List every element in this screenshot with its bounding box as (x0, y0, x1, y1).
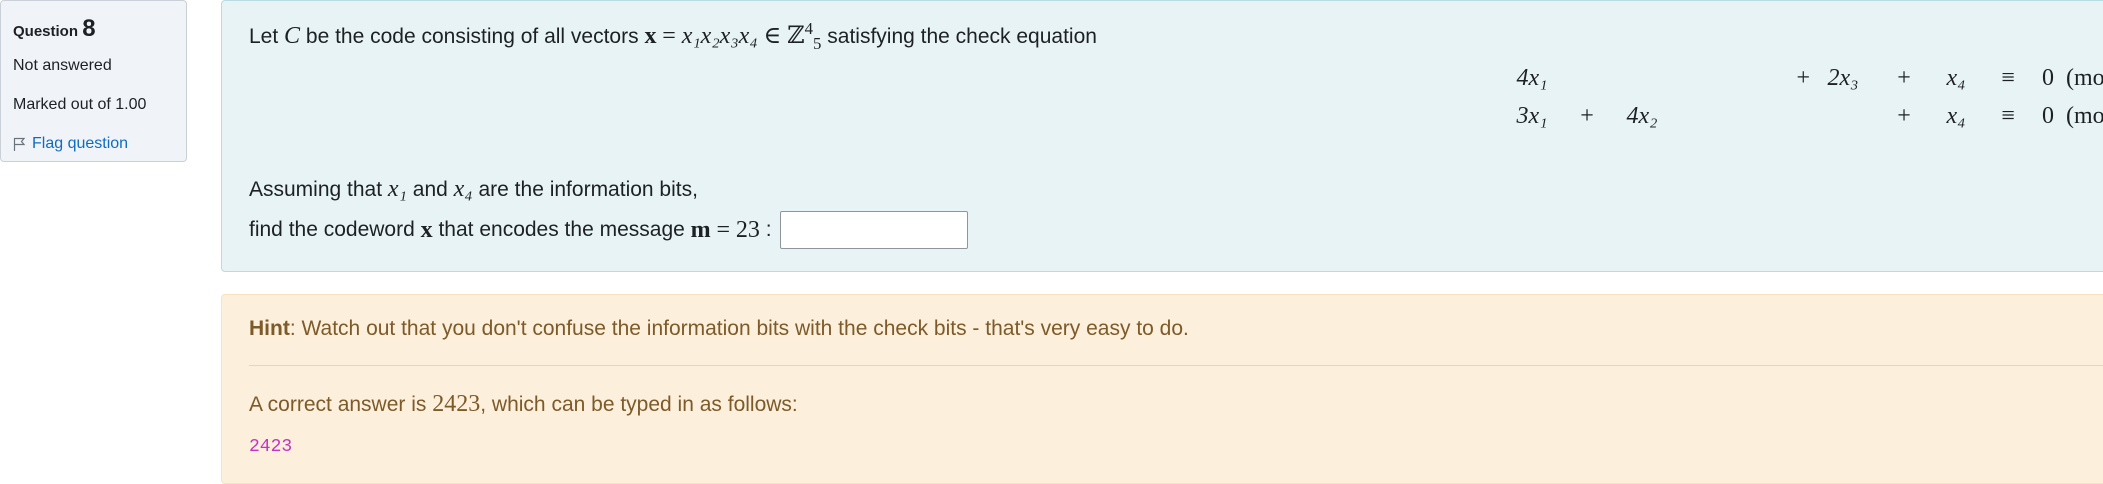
equation-term: x₄ (1946, 102, 1966, 129)
assumption-suffix: are the information bits, (478, 178, 698, 201)
element-of-sign: ∈ (763, 23, 782, 49)
assumption-line: Assuming that x₁ and x₄ are the informat… (249, 176, 698, 203)
question-number: Question 8 (13, 15, 174, 43)
hint: Hint: Watch out that you don't confuse t… (249, 317, 1189, 341)
stem-intro: Let (249, 25, 279, 48)
equation-operator: + (1796, 64, 1810, 91)
assumption-and: and (412, 178, 448, 201)
equation-row: 4x₁ + 2x₃ + x₄ ≡ 0 (mod 5) (1502, 59, 2103, 97)
equation-term: 4x₁ (1516, 64, 1548, 91)
question-grade: Marked out of 1.00 (13, 96, 147, 113)
equation-operator: + (1897, 102, 1911, 129)
equation-term: 3x₁ (1516, 102, 1548, 129)
space-superscript: 4 (804, 19, 814, 38)
hint-label: Hint (249, 317, 290, 340)
info-bit-2: x₄ (453, 176, 473, 202)
answer-input[interactable] (779, 211, 968, 249)
task-colon: : (765, 218, 772, 241)
message-symbol: m (690, 216, 711, 243)
right-answer-suffix: , which can be typed in as follows: (480, 393, 798, 416)
question-number-value: 8 (82, 15, 96, 42)
code-symbol: C (284, 23, 301, 49)
question-stem: Let C be the code consisting of all vect… (249, 20, 1097, 52)
equals-sign: = (662, 23, 676, 49)
feedback-divider (249, 365, 2103, 366)
message-equals: = (716, 216, 731, 243)
info-bit-1: x₁ (387, 176, 407, 202)
question-label: Question (13, 23, 79, 40)
equation-term: 4x₂ (1626, 102, 1658, 129)
codeword-symbol: x (420, 216, 433, 243)
task-line: find the codeword x that encodes the mes… (249, 211, 968, 249)
right-answer: A correct answer is 2423, which can be t… (249, 391, 798, 418)
equation-operator: + (1897, 64, 1911, 91)
question-formulation: Let C be the code consisting of all vect… (221, 0, 2103, 272)
vector-space: ℤ45 (787, 20, 821, 52)
space-symbol: ℤ (787, 23, 805, 49)
flag-icon (13, 137, 26, 151)
right-answer-prefix: A correct answer is (249, 393, 427, 416)
stem-text-1: be the code consisting of all vectors (305, 25, 639, 48)
task-middle: that encodes the message (438, 218, 685, 241)
stem-text-2: satisfying the check equation (827, 25, 1097, 48)
equation-term: x₄ (1946, 64, 1966, 91)
space-subscript: 5 (813, 33, 822, 53)
congruence-sign: ≡ (2001, 102, 2015, 129)
check-equations: 4x₁ + 2x₃ + x₄ ≡ 0 (mod 5) 3x₁ + 4x₂ + x… (1502, 59, 2103, 135)
assumption-prefix: Assuming that (249, 178, 383, 201)
flag-question-link[interactable]: Flag question (13, 135, 174, 153)
equation-rhs: 0 (mod 5) (2042, 64, 2103, 91)
message-value: 23 (735, 216, 760, 243)
equation-rhs: 0 (mod 5) (2042, 102, 2103, 129)
question-feedback: Hint: Watch out that you don't confuse t… (221, 294, 2103, 484)
congruence-sign: ≡ (2001, 64, 2015, 91)
vector-symbol: x (644, 23, 657, 49)
task-prefix: find the codeword (249, 218, 415, 241)
equation-operator: + (1580, 102, 1594, 129)
typed-answer: 2423 (249, 437, 293, 457)
question-info-panel: Question 8 Not answered Marked out of 1.… (0, 0, 187, 162)
question-state: Not answered (13, 57, 112, 74)
equation-term: 2x₃ (1827, 64, 1859, 91)
right-answer-value: 2423 (432, 391, 481, 417)
vector-expression: x₁x₂x₃x₄ (681, 23, 758, 49)
equation-row: 3x₁ + 4x₂ + x₄ ≡ 0 (mod 5) (1502, 97, 2103, 135)
hint-text: : Watch out that you don't confuse the i… (289, 317, 1189, 340)
flag-question-label: Flag question (32, 135, 129, 152)
